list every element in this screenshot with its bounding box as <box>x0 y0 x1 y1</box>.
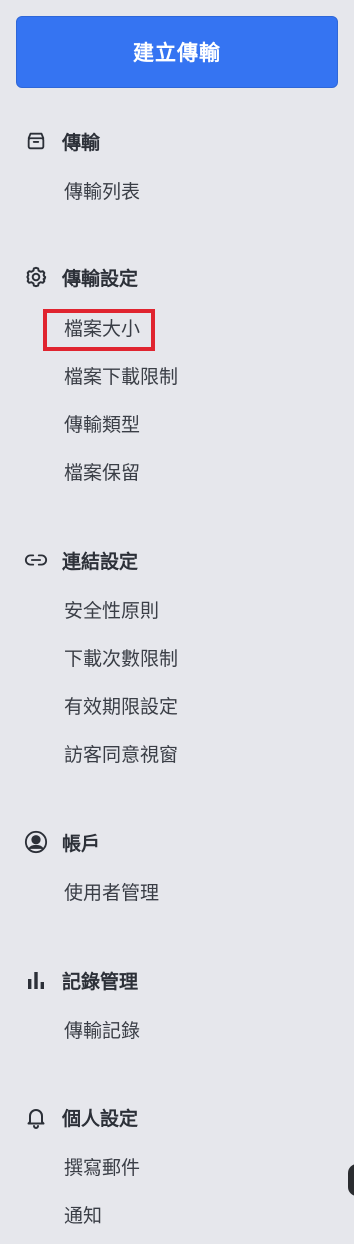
section-header-link-settings[interactable]: 連結設定 <box>24 546 138 574</box>
section-title-account: 帳戶 <box>62 832 101 855</box>
section-title-link-settings: 連結設定 <box>62 550 139 573</box>
sidebar-navigation: 建立傳輸 傳輸 傳輸列表 傳輸設定 檔案大小 檔案下載限制 傳輸類型 檔案保留 <box>0 0 354 1244</box>
bar-chart-icon <box>24 968 48 992</box>
bell-icon <box>24 1105 48 1129</box>
link-icon <box>24 548 48 572</box>
nav-item-security-policy[interactable]: 安全性原則 <box>64 597 159 625</box>
nav-item-file-download-limit[interactable]: 檔案下載限制 <box>64 363 178 391</box>
nav-item-guest-consent-window[interactable]: 訪客同意視窗 <box>64 741 178 769</box>
nav-item-transfer-logs[interactable]: 傳輸記錄 <box>64 1017 140 1045</box>
floating-handle[interactable] <box>348 1164 354 1196</box>
section-header-account[interactable]: 帳戶 <box>24 828 100 856</box>
nav-item-file-retention[interactable]: 檔案保留 <box>64 459 140 487</box>
highlight-box <box>43 309 155 351</box>
nav-item-user-management[interactable]: 使用者管理 <box>64 879 159 907</box>
gear-icon <box>24 265 48 289</box>
create-transfer-button[interactable]: 建立傳輸 <box>16 16 338 88</box>
nav-item-expiration-settings[interactable]: 有效期限設定 <box>64 693 178 721</box>
nav-item-download-count-limit[interactable]: 下載次數限制 <box>64 645 178 673</box>
section-header-personal-settings[interactable]: 個人設定 <box>24 1103 138 1131</box>
box-icon <box>24 129 48 153</box>
section-header-transfer[interactable]: 傳輸 <box>24 127 100 155</box>
user-circle-icon <box>24 830 48 854</box>
nav-item-compose-email[interactable]: 撰寫郵件 <box>64 1154 140 1182</box>
section-header-transfer-settings[interactable]: 傳輸設定 <box>24 263 138 291</box>
section-title-transfer-settings: 傳輸設定 <box>62 267 139 290</box>
nav-item-notifications[interactable]: 通知 <box>64 1202 102 1230</box>
section-title-transfer: 傳輸 <box>62 131 101 154</box>
section-header-logs[interactable]: 記錄管理 <box>24 966 138 994</box>
nav-item-transfer-type[interactable]: 傳輸類型 <box>64 411 140 439</box>
nav-item-transfer-list[interactable]: 傳輸列表 <box>64 178 140 206</box>
section-title-personal-settings: 個人設定 <box>62 1107 139 1130</box>
section-title-logs: 記錄管理 <box>62 970 139 993</box>
